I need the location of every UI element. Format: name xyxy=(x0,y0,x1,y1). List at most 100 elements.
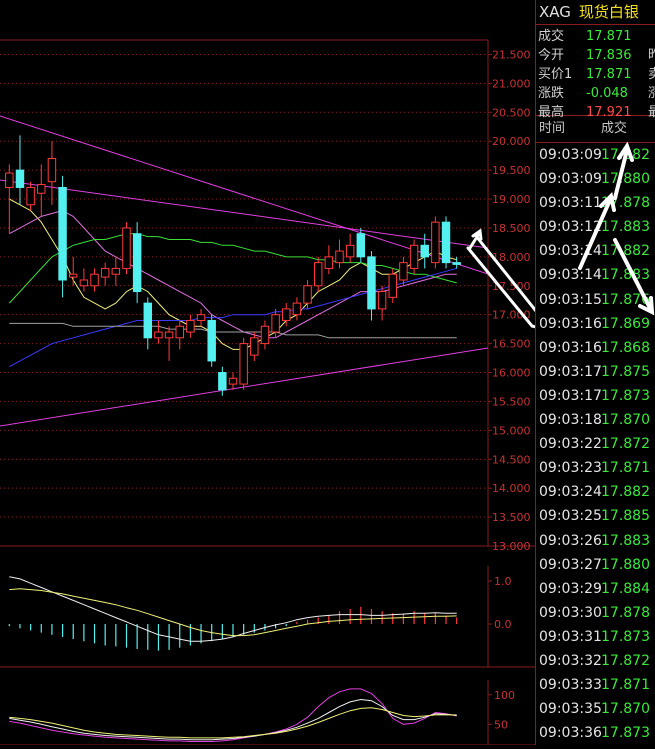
candle-body xyxy=(154,331,163,339)
candle-body xyxy=(111,267,121,275)
ticks-header-time: 时间 xyxy=(539,121,566,136)
tick-time: 09:03:33 xyxy=(539,677,602,694)
tick-row: 09:03:32 17.872 xyxy=(536,649,655,673)
candle-body xyxy=(164,331,174,339)
y-tick-label: 21.000 xyxy=(492,77,531,90)
ticks-header: 时间 成交 xyxy=(536,116,655,143)
tick-price: 17.873 xyxy=(601,725,650,742)
quote-sidebar: XAG 现货白银 成交 17.871 今开 17.836 昨买价1 17.871 卖涨跌 -0.… xyxy=(535,0,655,745)
tick-price: 17.869 xyxy=(601,315,650,332)
tick-row: 09:03:35 17.870 xyxy=(536,697,655,721)
tick-time: 09:03:24 xyxy=(539,484,602,501)
candle-body xyxy=(303,285,312,304)
tick-price: 17.882 xyxy=(601,484,650,501)
tick-time: 09:03:36 xyxy=(539,725,602,742)
tick-row: 09:03:30 17.878 xyxy=(536,601,655,625)
candle-body xyxy=(367,256,376,310)
candle-body xyxy=(388,273,397,298)
tick-row: 09:03:26 17.883 xyxy=(536,529,655,553)
y-tick-label: 100 xyxy=(494,689,515,702)
chart-svg[interactable]: 21.500 21.000 20.500 20.000 19.500 19.000 18.5… xyxy=(0,0,550,746)
quote-trail-label: 涨 xyxy=(648,86,655,101)
tick-price: 17.875 xyxy=(601,363,650,380)
candle-body xyxy=(132,233,142,293)
tick-list[interactable]: 09:03:09 17.882 09:03:09 17.880 09:03:11 17.8… xyxy=(536,143,655,745)
tick-price: 17.871 xyxy=(601,460,650,477)
symbol-name: 现货白银 xyxy=(578,3,639,21)
tick-time: 09:03:09 xyxy=(539,171,602,188)
candle-body xyxy=(441,221,451,264)
tick-price: 17.873 xyxy=(601,628,650,645)
tick-price: 17.878 xyxy=(601,604,650,621)
candle-body xyxy=(218,372,227,391)
candle-body xyxy=(282,308,291,321)
tick-price: 17.871 xyxy=(601,677,650,694)
tick-time: 09:03:22 xyxy=(539,436,602,453)
quote-row: 成交 17.871 xyxy=(536,27,655,46)
y-tick-label: 20.500 xyxy=(492,106,531,119)
tick-time: 09:03:15 xyxy=(539,291,602,308)
y-tick-label: 15.000 xyxy=(492,424,531,437)
tick-price: 17.883 xyxy=(601,532,650,549)
tick-price: 17.873 xyxy=(601,387,650,404)
tick-row: 09:03:14 17.883 xyxy=(536,263,655,287)
candle-body xyxy=(26,186,35,206)
chart-area[interactable]: 21.500 21.000 20.500 20.000 19.500 19.000 18.5… xyxy=(0,0,550,746)
candle-body xyxy=(122,227,131,269)
candle-body xyxy=(345,244,355,258)
candle-body xyxy=(377,291,387,310)
tick-row: 09:03:29 17.884 xyxy=(536,577,655,601)
y-tick-label: 19.000 xyxy=(492,193,531,206)
quote-label: 今开 xyxy=(538,48,565,63)
y-tick-label: 16.000 xyxy=(492,367,531,380)
tick-row: 09:03:22 17.872 xyxy=(536,432,655,456)
tick-time: 09:03:31 xyxy=(539,628,602,645)
candle-body xyxy=(228,377,238,385)
tick-price: 17.868 xyxy=(601,339,650,356)
tick-time: 09:03:32 xyxy=(539,652,602,669)
tick-time: 09:03:12 xyxy=(539,219,602,236)
tick-time: 09:03:27 xyxy=(539,556,602,573)
tick-row: 09:03:18 17.870 xyxy=(536,408,655,432)
y-tick-label: 14.500 xyxy=(492,453,531,466)
tick-price: 17.870 xyxy=(601,701,650,718)
tick-price: 17.878 xyxy=(601,195,650,212)
quote-panel: 成交 17.871 今开 17.836 昨买价1 17.871 卖涨跌 -0.048 涨最高 17… xyxy=(536,25,655,120)
y-tick-label: 21.500 xyxy=(492,48,531,61)
tick-time: 09:03:16 xyxy=(539,339,602,356)
tick-price: 17.880 xyxy=(601,556,650,573)
quote-row: 今开 17.836 昨 xyxy=(536,46,655,65)
tick-row: 09:03:16 17.868 xyxy=(536,336,655,360)
tick-row: 09:03:12 17.883 xyxy=(536,215,655,239)
tick-time: 09:03:26 xyxy=(539,532,602,549)
candle-body xyxy=(292,302,302,316)
candle-body xyxy=(313,262,323,287)
tick-time: 09:03:29 xyxy=(539,580,602,597)
tick-row: 09:03:31 17.873 xyxy=(536,625,655,649)
candle-body xyxy=(207,319,216,362)
candle-body xyxy=(250,337,259,356)
quote-row: 涨跌 -0.048 涨 xyxy=(536,84,655,103)
trendline xyxy=(0,179,489,249)
candle-body xyxy=(335,250,344,264)
quote-trail-label: 卖 xyxy=(648,67,655,82)
tick-time: 09:03:23 xyxy=(539,460,602,477)
tick-row: 09:03:27 17.880 xyxy=(536,553,655,577)
candle-body xyxy=(79,279,89,287)
candle-body xyxy=(15,169,25,188)
tick-price: 17.872 xyxy=(601,436,650,453)
y-tick-label: 1.0 xyxy=(494,575,512,588)
symbol-code: XAG xyxy=(539,3,571,21)
tick-time: 09:03:35 xyxy=(539,701,602,718)
tick-price: 17.882 xyxy=(601,243,650,260)
candle-body xyxy=(260,325,270,345)
candle-body xyxy=(420,244,429,258)
candle-body xyxy=(239,343,248,385)
tick-row: 09:03:33 17.871 xyxy=(536,673,655,697)
candle-body xyxy=(143,302,153,339)
candle-body xyxy=(175,325,184,339)
candle-body xyxy=(356,233,366,258)
candle-body xyxy=(69,273,78,278)
moving-average-line xyxy=(9,322,457,339)
tick-price: 17.884 xyxy=(601,580,650,597)
